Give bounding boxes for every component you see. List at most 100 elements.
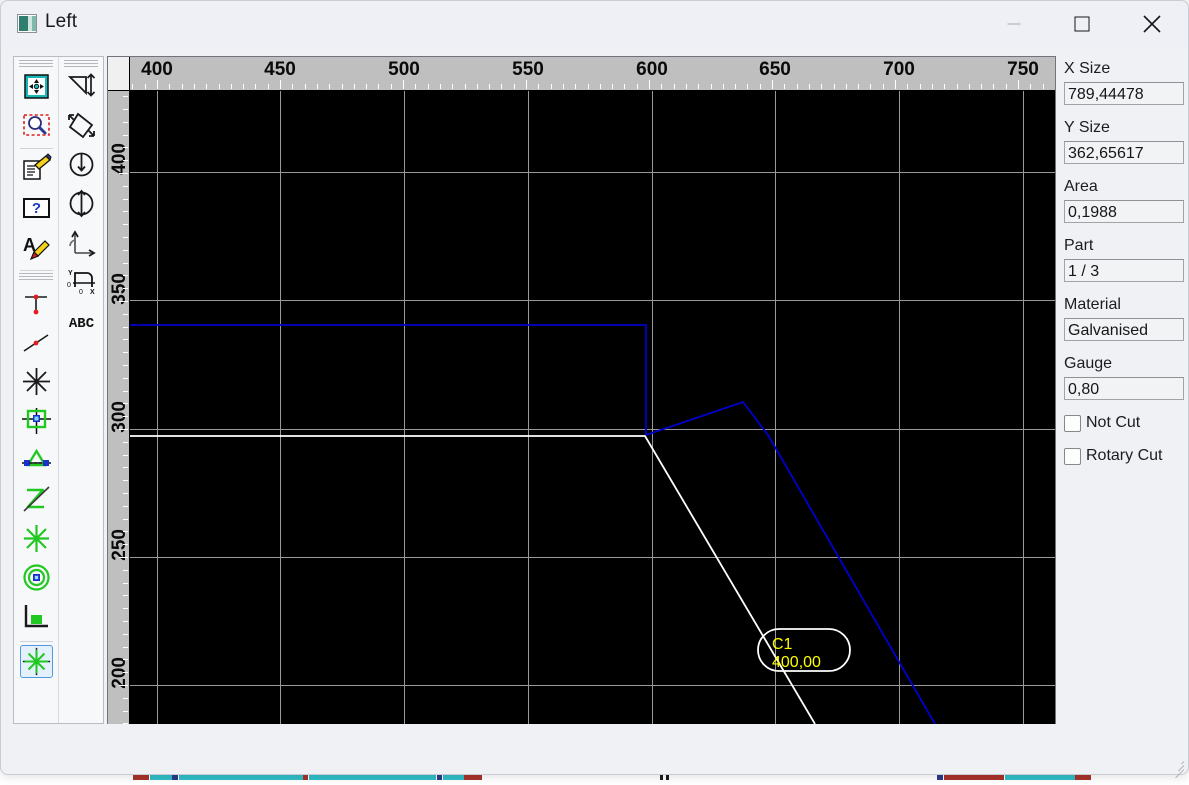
v-ruler-tick — [123, 416, 128, 417]
v-ruler-tick — [123, 698, 128, 699]
zoom-fit-icon[interactable] — [20, 70, 53, 103]
preview-pane-icon — [17, 14, 37, 33]
part-drawing-area[interactable]: C1 400,00 — [130, 91, 1055, 724]
snap-all-icon[interactable] — [20, 645, 53, 678]
ruler-corner — [108, 57, 130, 91]
h-ruler-tick — [711, 84, 712, 89]
coordinate-axis-icon[interactable] — [65, 226, 98, 259]
v-ruler-tick — [123, 327, 128, 328]
not-cut-label: Not Cut — [1086, 414, 1141, 431]
h-ruler-tick — [907, 84, 908, 89]
measure-diameter-icon[interactable] — [65, 187, 98, 220]
measure-angle-icon[interactable] — [65, 109, 98, 142]
close-button[interactable] — [1118, 1, 1185, 46]
white-part-outline — [130, 435, 816, 724]
h-ruler-tick — [674, 84, 675, 89]
material-field[interactable]: Galvanised — [1064, 318, 1184, 341]
h-ruler-tick — [760, 84, 761, 89]
h-ruler-tick — [981, 84, 982, 89]
title-bar: Left — [1, 1, 1188, 46]
snap-quadrant-icon[interactable] — [20, 444, 53, 477]
svg-text:X: X — [90, 289, 95, 296]
h-ruler-tick — [686, 84, 687, 89]
h-tick-label: 700 — [883, 59, 915, 80]
area-field[interactable]: 0,1988 — [1064, 200, 1184, 223]
toolbar-drag-grip[interactable] — [19, 60, 53, 67]
point-endpoint-icon[interactable] — [20, 287, 53, 320]
h-tick-label: 600 — [636, 59, 668, 80]
rotary-cut-checkbox-row[interactable]: Rotary Cut — [1064, 447, 1184, 465]
h-ruler-tick — [501, 84, 502, 89]
measure-length-icon[interactable] — [65, 70, 98, 103]
v-ruler-tick — [123, 211, 128, 212]
gauge-field[interactable]: 0,80 — [1064, 377, 1184, 400]
h-ruler-tick — [600, 84, 601, 89]
not-cut-checkbox-row[interactable]: Not Cut — [1064, 414, 1184, 432]
v-ruler-tick — [123, 365, 128, 366]
h-ruler-tick — [1043, 84, 1044, 89]
snap-tangent-icon[interactable] — [20, 483, 53, 516]
zoom-window-icon[interactable] — [20, 109, 53, 142]
x-size-field[interactable]: 789,44478 — [1064, 82, 1184, 105]
drawing-canvas[interactable]: 400 450 500 550 600 650 700 750 400 350 … — [107, 56, 1056, 724]
h-ruler-tick — [354, 84, 355, 89]
h-tick-label: 650 — [759, 59, 791, 80]
resize-grip[interactable] — [1172, 759, 1185, 779]
toolbar-drag-grip-2[interactable] — [19, 273, 53, 280]
h-ruler-tick — [292, 84, 293, 89]
h-ruler-tick — [440, 84, 441, 89]
callout-value: 400,00 — [772, 654, 821, 671]
h-ruler-tick — [391, 84, 392, 89]
xy-chart-icon[interactable]: Y 0 X 0 — [65, 265, 98, 298]
h-ruler-tick — [268, 84, 269, 89]
svg-text:0: 0 — [67, 282, 71, 289]
v-ruler-tick — [123, 391, 128, 392]
snap-center-point-icon[interactable] — [20, 405, 53, 438]
v-ruler-tick — [123, 109, 128, 110]
help-query-icon[interactable]: ? — [20, 191, 53, 224]
v-ruler-tick — [123, 288, 128, 289]
h-ruler-tick — [342, 84, 343, 89]
h-ruler-tick — [957, 84, 958, 89]
h-ruler-tick — [415, 84, 416, 89]
v-ruler-tick — [123, 122, 128, 123]
point-midpoint-icon[interactable] — [20, 326, 53, 359]
measure-radius-icon[interactable] — [65, 148, 98, 181]
v-ruler-tick — [123, 659, 128, 660]
toolbar-drag-grip-3[interactable] — [64, 60, 98, 67]
snap-node-icon[interactable] — [20, 522, 53, 555]
v-ruler-tick — [123, 237, 128, 238]
area-label: Area — [1064, 178, 1098, 195]
h-ruler-tick — [834, 84, 835, 89]
snap-perpendicular-icon[interactable] — [20, 600, 53, 633]
y-size-field[interactable]: 362,65617 — [1064, 141, 1184, 164]
rotary-cut-checkbox[interactable] — [1064, 447, 1081, 465]
vertical-ruler: 400 350 300 250 200 — [108, 91, 130, 724]
h-ruler-tick — [206, 84, 207, 89]
not-cut-checkbox[interactable] — [1064, 414, 1081, 432]
h-ruler-tick — [255, 84, 256, 89]
close-icon — [1142, 14, 1161, 33]
snap-intersection-icon[interactable] — [20, 365, 53, 398]
h-ruler-tick — [403, 80, 404, 89]
h-ruler-tick — [243, 84, 244, 89]
h-ruler-tick — [969, 84, 970, 89]
h-ruler-tick — [588, 84, 589, 89]
abc-text-icon[interactable]: ABC — [65, 304, 98, 337]
v-ruler-tick — [119, 301, 128, 302]
maximize-button[interactable] — [1048, 1, 1115, 46]
h-ruler-tick — [772, 80, 773, 89]
note-edit-icon[interactable] — [20, 152, 53, 185]
grid-lines — [130, 91, 1055, 724]
v-ruler-tick — [123, 531, 128, 532]
snap-concentric-icon[interactable] — [20, 561, 53, 594]
h-ruler-tick — [895, 80, 896, 89]
minimize-button[interactable] — [980, 1, 1047, 46]
v-ruler-tick — [119, 429, 128, 430]
v-ruler-tick — [123, 480, 128, 481]
v-ruler-tick — [123, 403, 128, 404]
part-field[interactable]: 1 / 3 — [1064, 259, 1184, 282]
text-annotate-icon[interactable]: A — [20, 230, 53, 263]
v-ruler-tick — [123, 519, 128, 520]
tool-column-primary: ? A — [14, 57, 59, 723]
